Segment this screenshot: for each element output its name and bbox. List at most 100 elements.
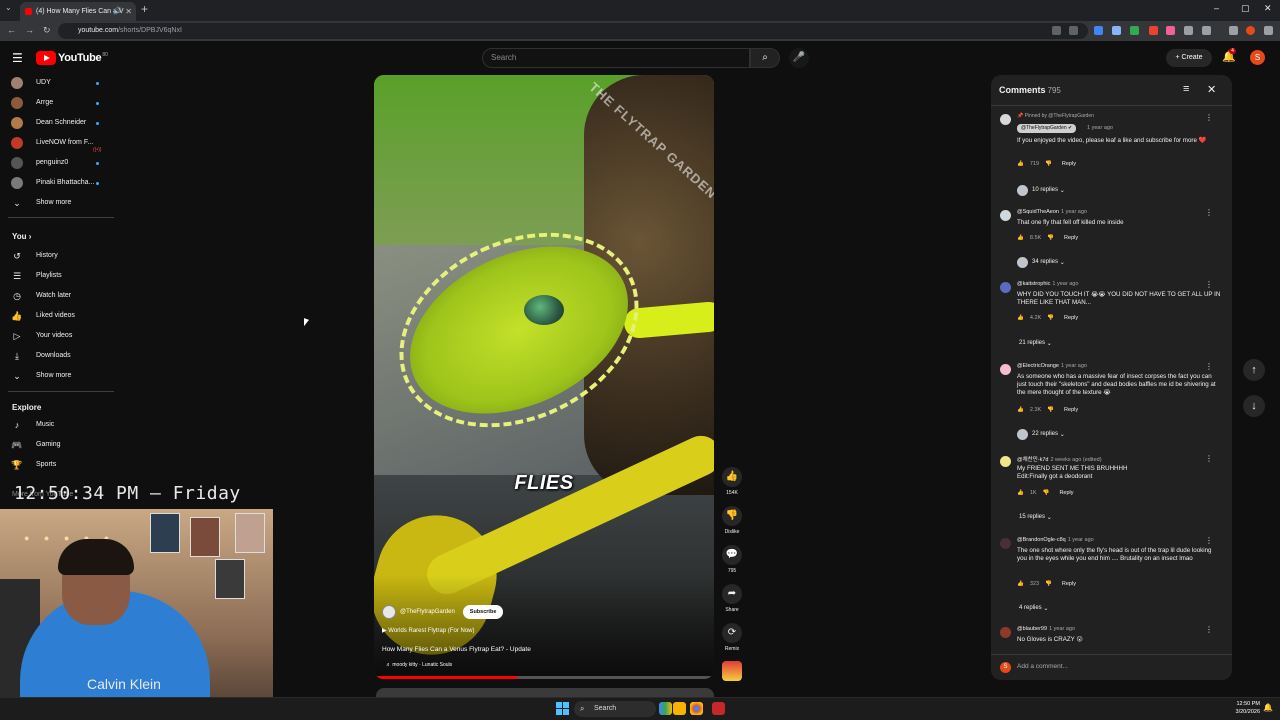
remix-button[interactable]: ⟳ Remix (722, 623, 742, 652)
previous-short-button[interactable]: ↑ (1243, 359, 1265, 381)
sidebar-show-more[interactable]: ⌄ Show more (0, 366, 118, 386)
dislike-comment-icon[interactable]: 👎 (1045, 581, 1052, 587)
extensions-puzzle-icon[interactable] (1202, 26, 1211, 35)
sidebar-item-downloads[interactable]: ⤓ Downloads (0, 346, 118, 366)
view-replies-button[interactable]: 34 replies ⌄ (1017, 256, 1065, 268)
video-title[interactable]: How Many Flies Can a Venus Flytrap Eat? … (382, 646, 531, 653)
voice-search-button[interactable]: 🎤 (789, 48, 809, 68)
reload-icon[interactable]: ↻ (43, 25, 51, 36)
minimize-button[interactable]: – (1214, 3, 1219, 13)
sort-icon[interactable]: ≡ (1183, 83, 1189, 95)
dislike-comment-icon[interactable]: 👎 (1045, 161, 1052, 167)
taskbar-app-icon[interactable] (673, 702, 686, 715)
windows-start-icon[interactable] (556, 702, 569, 715)
like-comment-icon[interactable]: 👍 (1017, 581, 1024, 587)
commenter-avatar[interactable] (1000, 210, 1011, 221)
subscribe-button[interactable]: Subscribe (462, 605, 504, 619)
taskbar-search[interactable]: ⌕ Search (574, 701, 656, 717)
sidebar-you-heading[interactable]: You › (12, 232, 31, 241)
new-tab-button[interactable]: + (141, 2, 148, 16)
comment-author[interactable]: @kaitstrophic 1 year ago (1017, 281, 1078, 287)
extension-icon[interactable] (1166, 26, 1175, 35)
search-input[interactable]: Search (482, 48, 750, 68)
sidebar-item-subscription[interactable]: UDY (0, 73, 118, 93)
account-avatar[interactable]: S (1250, 50, 1265, 65)
video-progress-bar[interactable] (374, 676, 714, 679)
view-replies-button[interactable]: 21 replies ⌄ (1019, 337, 1052, 349)
comment-more-icon[interactable]: ⋮ (1205, 280, 1213, 289)
view-replies-button[interactable]: 4 replies ⌄ (1019, 602, 1048, 614)
next-short-button[interactable]: ↓ (1243, 395, 1265, 417)
commenter-avatar[interactable] (1000, 114, 1011, 125)
dislike-button[interactable]: 👎 Dislike (722, 506, 742, 535)
close-icon[interactable]: ✕ (1207, 83, 1216, 96)
related-video-link[interactable]: ▶ Worlds Rarest Flytrap (For Now) (382, 627, 475, 634)
comment-author[interactable]: @SquidTheAeon 1 year ago (1017, 209, 1087, 215)
channel-name[interactable]: @TheFlytrapGarden (400, 609, 455, 615)
window-close-button[interactable]: ✕ (1264, 3, 1272, 14)
sound-thumbnail[interactable] (722, 661, 742, 681)
reply-button[interactable]: Reply (1064, 235, 1078, 241)
notification-center-icon[interactable]: 🔔 (1263, 703, 1273, 712)
address-bar[interactable]: youtube.com/shorts/DPBJV6qNxI (58, 23, 1088, 39)
taskbar-app-icon[interactable] (712, 702, 725, 715)
sidebar-item-subscription[interactable]: Dean Schneider (0, 113, 118, 133)
dislike-comment-icon[interactable]: 👎 (1047, 235, 1054, 241)
maximize-button[interactable]: ▢ (1241, 3, 1250, 14)
sidebar-item-subscription[interactable]: LiveNOW from F... ((•)) (0, 133, 118, 153)
comment-author[interactable]: @blauber99 1 year ago (1017, 626, 1075, 632)
tab-close-icon[interactable]: ✕ (125, 2, 132, 21)
sidebar-item-liked-videos[interactable]: 👍 Liked videos (0, 306, 118, 326)
sidebar-show-more[interactable]: ⌄ Show more (0, 193, 118, 213)
comment-more-icon[interactable]: ⋮ (1205, 208, 1213, 217)
channel-avatar[interactable] (382, 605, 396, 619)
like-comment-icon[interactable]: 👍 (1017, 490, 1024, 496)
taskbar-app-icon[interactable] (659, 702, 672, 715)
like-comment-icon[interactable]: 👍 (1017, 161, 1024, 167)
sidebar-item-music[interactable]: ♪ Music (0, 415, 118, 435)
kebab-menu-icon[interactable] (1264, 26, 1273, 35)
sidebar-item-subscription[interactable]: Arrge (0, 93, 118, 113)
taskbar-clock[interactable]: 12:50 PM 3/20/2026 (1226, 700, 1260, 716)
like-comment-icon[interactable]: 👍 (1017, 315, 1024, 321)
comments-button[interactable]: 💬 795 (722, 545, 742, 574)
extension-icon[interactable] (1149, 26, 1158, 35)
reply-button[interactable]: Reply (1062, 161, 1076, 167)
like-button[interactable]: 👍 154K (722, 467, 742, 496)
extension-icon[interactable] (1094, 26, 1103, 35)
commenter-avatar[interactable] (1000, 456, 1011, 467)
extension-icon[interactable] (1112, 26, 1121, 35)
bookmark-star-icon[interactable] (1069, 26, 1078, 35)
back-arrow-icon[interactable]: ← (7, 25, 16, 35)
comment-more-icon[interactable]: ⋮ (1205, 454, 1213, 463)
sidebar-item-subscription[interactable]: penguinz0 (0, 153, 118, 173)
shorts-video-player[interactable]: THE FLYTRAP GARDEN FLIES @TheFlytrapGard… (374, 75, 714, 679)
comment-more-icon[interactable]: ⋮ (1205, 113, 1213, 122)
sidepanel-icon[interactable] (1229, 26, 1238, 35)
owner-chip[interactable]: @TheFlytrapGarden ✔ (1017, 124, 1077, 133)
commenter-avatar[interactable] (1000, 364, 1011, 375)
youtube-logo[interactable]: YouTube 80 (36, 51, 108, 65)
commenter-avatar[interactable] (1000, 627, 1011, 638)
music-track[interactable]: ♬ moody kitty · Lunatic Souls (386, 662, 452, 668)
extension-icon[interactable] (1184, 26, 1193, 35)
sidebar-item-your-videos[interactable]: ▷ Your videos (0, 326, 118, 346)
tab-audio-icon[interactable]: 🔊 (113, 2, 122, 21)
like-comment-icon[interactable]: 👍 (1017, 235, 1024, 241)
sidebar-item-playlists[interactable]: ☰ Playlists (0, 266, 118, 286)
comment-more-icon[interactable]: ⋮ (1205, 536, 1213, 545)
create-button[interactable]: + Create (1166, 49, 1212, 67)
dislike-comment-icon[interactable]: 👎 (1047, 315, 1054, 321)
view-replies-button[interactable]: 10 replies ⌄ (1017, 184, 1065, 196)
reply-button[interactable]: Reply (1064, 407, 1078, 413)
dislike-comment-icon[interactable]: 👎 (1047, 407, 1054, 413)
cast-icon[interactable] (1052, 26, 1061, 35)
browser-tab-active[interactable]: (4) How Many Flies Can a V 🔊 ✕ (20, 2, 136, 21)
comment-author[interactable]: @BrandonOgle-c8q 1 year ago (1017, 537, 1094, 543)
comment-author[interactable]: @ElectricOrange 1 year ago (1017, 363, 1087, 369)
share-button[interactable]: ➦ Share (722, 584, 742, 613)
sidebar-item-subscription[interactable]: Pinaki Bhattacha... (0, 173, 118, 193)
hamburger-menu-icon[interactable]: ☰ (12, 51, 23, 65)
sidebar-item-sports[interactable]: 🏆 Sports (0, 455, 118, 475)
comment-more-icon[interactable]: ⋮ (1205, 362, 1213, 371)
